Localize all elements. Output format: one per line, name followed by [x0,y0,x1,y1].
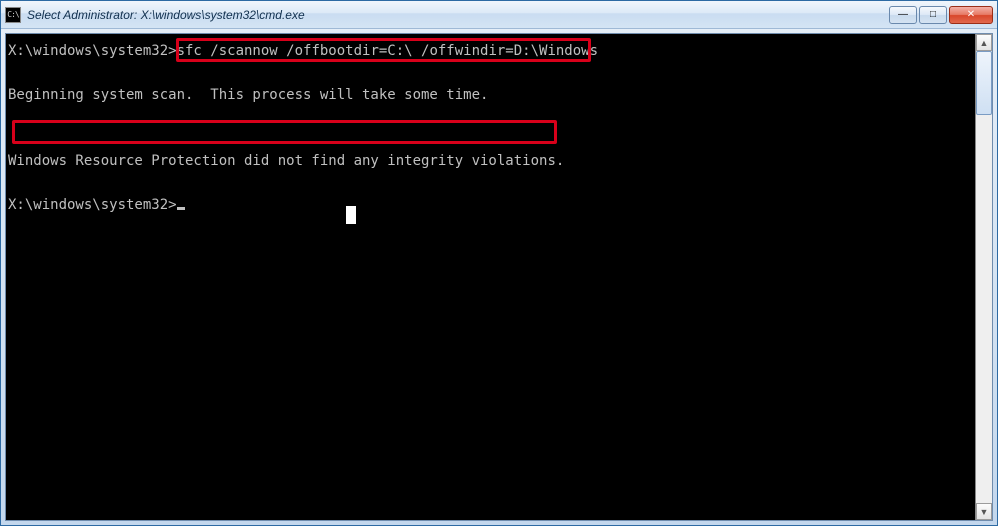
window-controls: — □ ✕ [889,6,993,24]
console-area: X:\windows\system32>sfc /scannow /offboo… [5,33,993,521]
scroll-track[interactable] [976,51,992,503]
scroll-thumb[interactable] [976,51,992,115]
window-title: Select Administrator: X:\windows\system3… [27,8,889,22]
output-line: Beginning system scan. This process will… [8,87,488,103]
cmd-icon: C:\ [5,7,21,23]
artifact-block [346,206,356,224]
terminal-window: C:\ Select Administrator: X:\windows\sys… [0,0,998,526]
prompt: X:\windows\system32> [8,43,177,59]
cursor-icon [177,207,185,210]
highlight-box [12,120,557,144]
prompt: X:\windows\system32> [8,197,177,213]
minimize-button[interactable]: — [889,6,917,24]
close-button[interactable]: ✕ [949,6,993,24]
console-output[interactable]: X:\windows\system32>sfc /scannow /offboo… [6,34,975,520]
vertical-scrollbar[interactable]: ▲ ▼ [975,34,992,520]
maximize-button[interactable]: □ [919,6,947,24]
scroll-down-button[interactable]: ▼ [976,503,992,520]
output-line: Windows Resource Protection did not find… [8,153,564,169]
titlebar[interactable]: C:\ Select Administrator: X:\windows\sys… [1,1,997,29]
command-text: sfc /scannow /offbootdir=C:\ /offwindir=… [177,43,598,59]
scroll-up-button[interactable]: ▲ [976,34,992,51]
